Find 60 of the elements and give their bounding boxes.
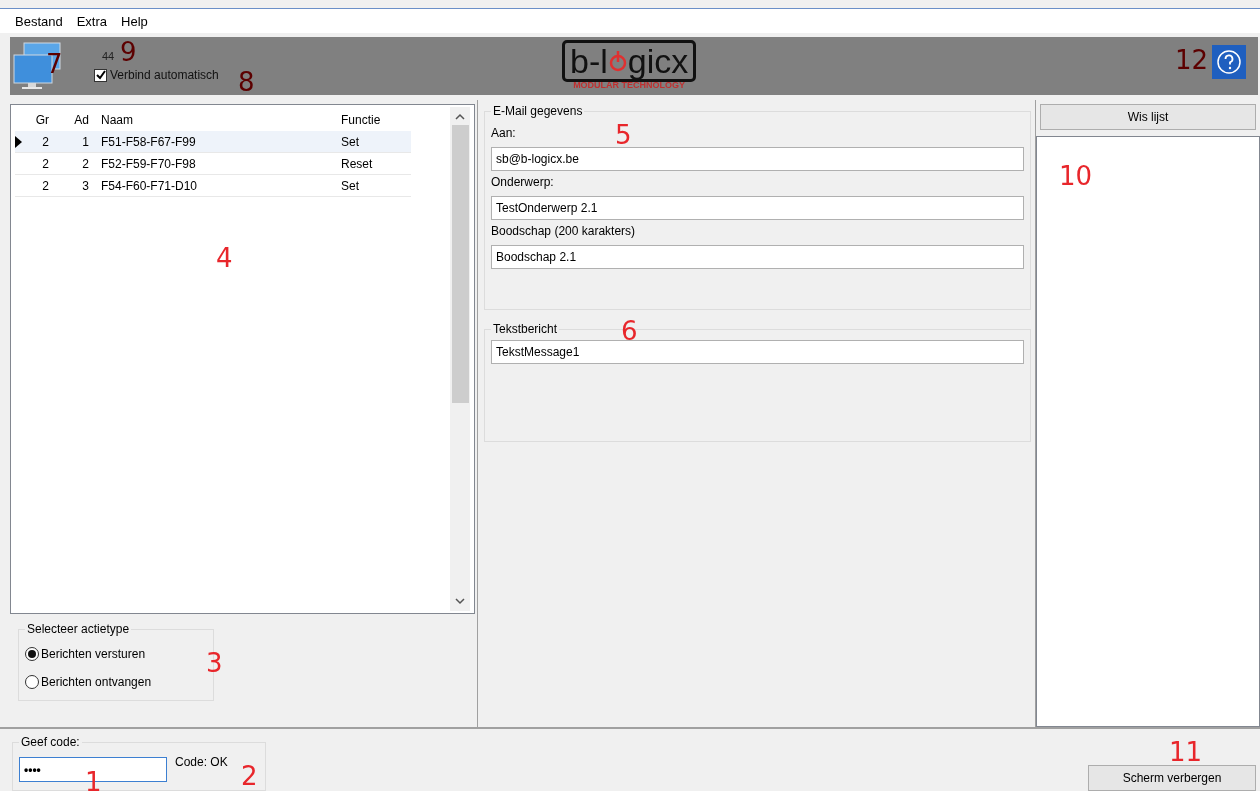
table-row[interactable]: 2 2 F52-F59-F70-F98 Reset: [15, 153, 411, 175]
annotation-number: 8: [238, 69, 255, 95]
column-header[interactable]: Functie: [335, 113, 415, 127]
field-label: Aan:: [491, 126, 516, 140]
field-label: Boodschap (200 karakters): [491, 224, 636, 238]
auto-connect-checkbox[interactable]: Verbind automatisch: [94, 68, 219, 82]
table-cell-text: 3: [81, 178, 90, 193]
menu-item[interactable]: Extra: [69, 13, 115, 29]
annotation-number: 12: [1174, 47, 1208, 73]
table-cell-text: 2: [41, 156, 50, 171]
annotation-number: 3: [206, 650, 223, 676]
clear-list-button[interactable]: Wis lijst: [1040, 104, 1256, 130]
annotation-number: 5: [615, 122, 632, 148]
scroll-up-icon[interactable]: [455, 113, 465, 121]
radio-option[interactable]: Berichten ontvangen: [25, 668, 207, 696]
hide-screen-button[interactable]: Scherm verbergen: [1088, 765, 1256, 791]
annotation-number: 4: [216, 245, 233, 271]
group-title: Tekstbericht: [492, 322, 559, 336]
annotation-number: 11: [1168, 739, 1202, 765]
code-status: Code: OK: [175, 755, 228, 769]
column-header[interactable]: Gr: [25, 113, 55, 127]
group-title: Selecteer actietype: [26, 622, 131, 636]
column-header[interactable]: Ad: [55, 113, 95, 127]
field-label: Onderwerp:: [491, 175, 554, 189]
annotation-number: 2: [241, 763, 258, 789]
scrollbar[interactable]: [450, 107, 470, 611]
radio-dot[interactable]: [25, 647, 39, 661]
group-title: E-Mail gegevens: [492, 104, 584, 118]
table-row[interactable]: 2 1 F51-F58-F67-F99 Set: [15, 131, 411, 153]
input-field[interactable]: sb@b-logicx.be: [491, 147, 1024, 171]
table-cell-text: 2: [81, 156, 90, 171]
table-cell-text: F54-F60-F71-D10: [100, 178, 199, 193]
annotation-number: 9: [120, 39, 137, 65]
menu-item[interactable]: Help: [114, 13, 155, 29]
annotation-number: 7: [46, 51, 63, 77]
table-cell-text: 1: [81, 134, 90, 149]
menu-item[interactable]: Bestand: [8, 13, 70, 29]
radio-option[interactable]: Berichten versturen: [25, 640, 207, 668]
help-button[interactable]: [1212, 45, 1246, 79]
connection-count: 44: [102, 50, 115, 62]
scroll-down-icon[interactable]: [455, 597, 465, 605]
table-cell-text: 2: [41, 134, 50, 149]
annotation-number: 10: [1059, 163, 1093, 189]
input-field[interactable]: TekstMessage1: [491, 340, 1024, 364]
table-cell-text: 2: [41, 178, 50, 193]
table-row[interactable]: 2 3 F54-F60-F71-D10 Set: [15, 175, 411, 197]
row-pointer-icon: [15, 135, 23, 148]
column-header[interactable]: Naam: [95, 113, 335, 127]
table-cell-text: Set: [340, 134, 360, 149]
monitor-icon: [12, 41, 64, 91]
radio-dot[interactable]: [25, 675, 39, 689]
logo: b-l gicx MODULAR TECHNOLOGY: [562, 40, 697, 90]
checkmark-icon: [95, 70, 106, 80]
group-title: Geef code:: [20, 735, 81, 749]
table-cell-text: F51-F58-F67-F99: [100, 134, 197, 149]
table-cell-text: F52-F59-F70-F98: [100, 156, 197, 171]
table-cell-text: Reset: [340, 156, 374, 171]
input-field[interactable]: Boodschap 2.1: [491, 245, 1024, 269]
table-cell-text: Set: [340, 178, 360, 193]
input-field[interactable]: TestOnderwerp 2.1: [491, 196, 1024, 220]
